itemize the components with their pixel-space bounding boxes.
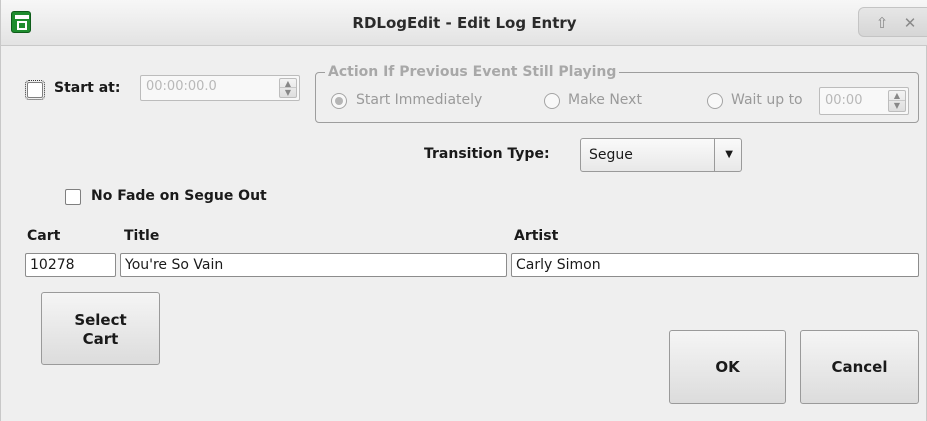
spin-down-icon[interactable]: ▼ <box>889 101 905 111</box>
title-field[interactable]: You're So Vain <box>120 253 507 277</box>
start-at-time-value: 00:00:00.0 <box>146 79 217 94</box>
spin-down-icon[interactable]: ▼ <box>280 88 296 97</box>
edit-log-entry-dialog: RDLogEdit - Edit Log Entry ⇧ ✕ Start at:… <box>0 0 927 421</box>
select-cart-label-line1: Select <box>74 311 127 329</box>
make-next-label: Make Next <box>568 92 642 108</box>
transition-type-label: Transition Type: <box>424 146 550 162</box>
no-fade-checkbox[interactable] <box>65 189 81 205</box>
radio-wait-up-to[interactable] <box>707 93 723 109</box>
spin-up-icon[interactable]: ▲ <box>889 91 905 101</box>
cancel-button[interactable]: Cancel <box>800 330 919 404</box>
wait-up-to-value: 00:00 <box>825 93 863 108</box>
start-at-label: Start at: <box>54 80 121 96</box>
radio-make-next[interactable] <box>544 93 560 109</box>
radio-start-immediately[interactable] <box>331 93 347 109</box>
transition-type-value: Segue <box>589 147 633 163</box>
spin-up-icon[interactable]: ▲ <box>280 79 296 88</box>
start-at-time-spinbox[interactable]: 00:00:00.0 ▲ ▼ <box>140 75 300 101</box>
title-bar: RDLogEdit - Edit Log Entry ⇧ ✕ <box>1 0 927 46</box>
select-cart-label-line2: Cart <box>82 330 119 348</box>
cart-label: Cart <box>27 228 61 244</box>
start-at-spin-arrows[interactable]: ▲ ▼ <box>279 78 297 98</box>
ok-button[interactable]: OK <box>669 330 786 404</box>
artist-label: Artist <box>514 228 559 244</box>
title-label: Title <box>124 228 160 244</box>
dropdown-separator <box>714 139 715 171</box>
action-group-title: Action If Previous Event Still Playing <box>325 64 620 80</box>
start-at-checkbox[interactable] <box>25 80 45 100</box>
wait-up-to-spinbox[interactable]: 00:00 ▲ ▼ <box>819 87 909 115</box>
wait-up-to-label: Wait up to <box>731 92 803 108</box>
close-icon[interactable]: ✕ <box>899 12 921 34</box>
artist-field[interactable]: Carly Simon <box>511 253 919 277</box>
maximize-icon[interactable]: ⇧ <box>871 12 893 34</box>
window-controls: ⇧ ✕ <box>858 7 927 37</box>
no-fade-label: No Fade on Segue Out <box>91 188 267 204</box>
wait-spin-arrows[interactable]: ▲ ▼ <box>888 90 906 112</box>
chevron-down-icon: ▼ <box>725 149 733 160</box>
transition-type-dropdown[interactable]: Segue ▼ <box>580 138 742 172</box>
cart-number-field[interactable]: 10278 <box>25 253 116 277</box>
start-immediately-label: Start Immediately <box>356 92 483 108</box>
window-title: RDLogEdit - Edit Log Entry <box>352 14 577 32</box>
select-cart-button[interactable]: Select Cart <box>41 292 160 365</box>
